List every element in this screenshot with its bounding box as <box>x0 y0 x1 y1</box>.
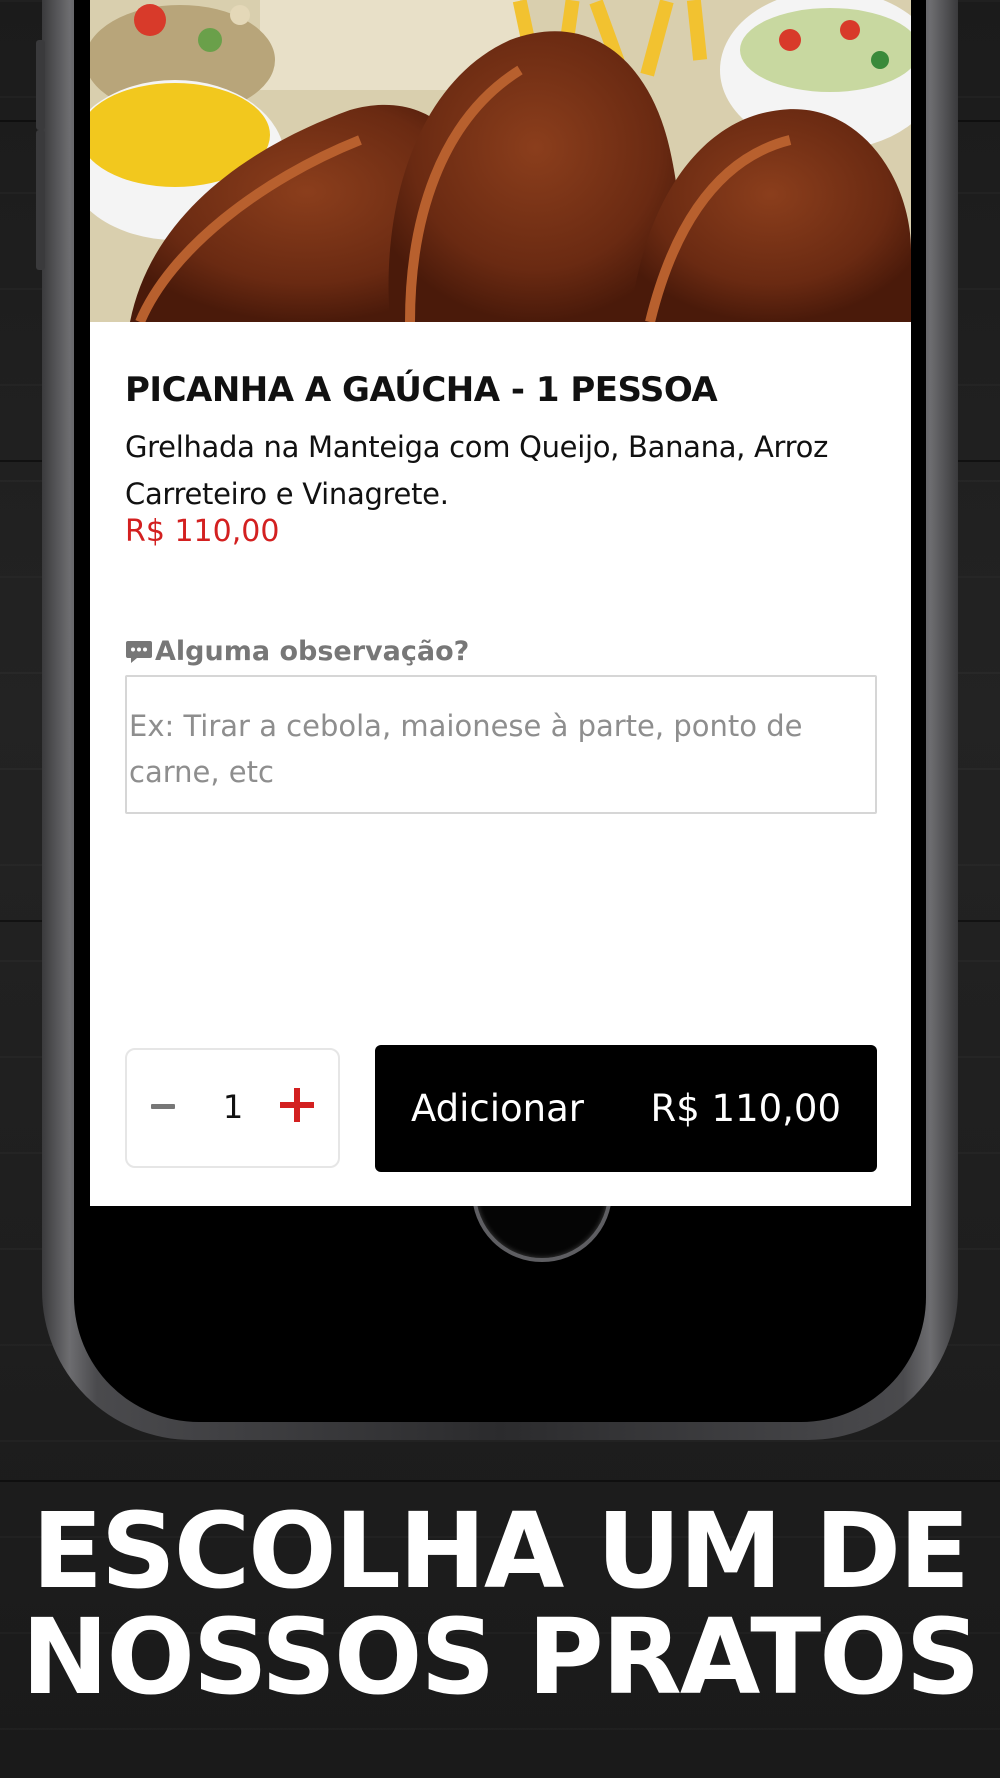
observation-field[interactable] <box>125 675 877 814</box>
observation-label: Alguma observação? <box>125 636 469 667</box>
dish-title: PICANHA A GAÚCHA - 1 PESSOA <box>125 370 718 410</box>
app-screen: PICANHA A GAÚCHA - 1 PESSOA Grelhada na … <box>90 0 911 1206</box>
dish-description: Grelhada na Manteiga com Queijo, Banana,… <box>125 430 829 511</box>
comment-dots-icon <box>126 640 152 663</box>
caption-line-1: ESCOLHA UM DE <box>31 1490 970 1612</box>
promo-caption: ESCOLHA UM DE NOSSOS PRATOS <box>0 1498 1000 1710</box>
caption-line-2: NOSSOS PRATOS <box>21 1596 980 1718</box>
phone-side-button <box>36 40 45 130</box>
wood-plank-line <box>0 1480 1000 1482</box>
add-to-cart-button[interactable]: Adicionar R$ 110,00 <box>375 1045 877 1172</box>
dish-photo-illustration <box>90 0 911 322</box>
dish-price: R$ 110,00 <box>125 514 280 549</box>
quantity-value: 1 <box>222 1088 244 1126</box>
add-button-label: Adicionar <box>411 1087 585 1130</box>
phone-volume-button <box>36 130 45 270</box>
dish-photo <box>90 0 911 322</box>
quantity-stepper: 1 <box>125 1048 340 1168</box>
minus-icon[interactable] <box>151 1104 175 1109</box>
add-button-price: R$ 110,00 <box>650 1087 841 1130</box>
plus-icon[interactable] <box>280 1088 314 1122</box>
observation-label-text: Alguma observação? <box>155 636 470 667</box>
